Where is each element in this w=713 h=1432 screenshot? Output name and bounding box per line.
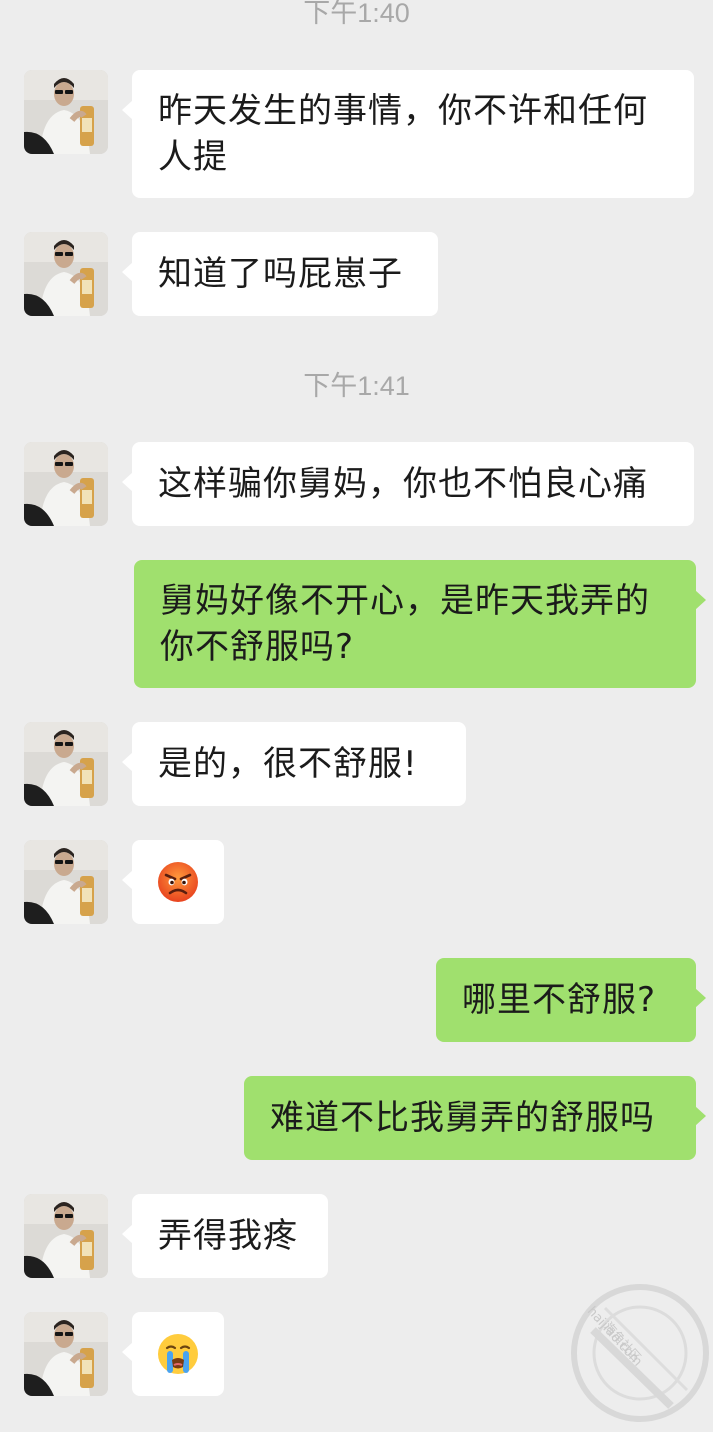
contact-avatar[interactable]: [24, 70, 108, 154]
timestamp: 下午1:41: [303, 371, 410, 401]
message-text: 弄得我疼: [158, 1216, 298, 1256]
message-text: 难道不比我舅弄的舒服吗: [270, 1098, 655, 1138]
contact-avatar[interactable]: [24, 442, 108, 526]
avatar-photo-icon: [24, 442, 108, 526]
contact-avatar[interactable]: [24, 232, 108, 316]
avatar-photo-icon: [24, 232, 108, 316]
contact-avatar[interactable]: [24, 1194, 108, 1278]
message-text: 这样骗你舅妈，你也不怕良心痛: [158, 464, 648, 504]
avatar-photo-icon: [24, 1312, 108, 1396]
message-text: 哪里不舒服?: [462, 980, 657, 1020]
outgoing-message-bubble[interactable]: 舅妈好像不开心，是昨天我弄的你不舒服吗?: [134, 560, 706, 688]
contact-avatar[interactable]: [24, 840, 108, 924]
incoming-emoji-bubble[interactable]: [122, 1312, 224, 1396]
message-text: 昨天发生的事情，你不许和任何人提: [158, 91, 648, 177]
incoming-message-bubble[interactable]: 是的，很不舒服!: [122, 722, 466, 806]
avatar-photo-icon: [24, 70, 108, 154]
angry-face-emoji-icon: [158, 862, 198, 902]
message-text: 知道了吗屁崽子: [158, 254, 403, 294]
avatar-photo-icon: [24, 840, 108, 924]
incoming-message-bubble[interactable]: 这样骗你舅妈，你也不怕良心痛: [122, 442, 694, 526]
incoming-message-bubble[interactable]: 弄得我疼: [122, 1194, 328, 1278]
incoming-message-bubble[interactable]: 知道了吗屁崽子: [122, 232, 438, 316]
avatar-photo-icon: [24, 1194, 108, 1278]
incoming-emoji-bubble[interactable]: [122, 840, 224, 924]
watermark-logo: 海角社区 haijiao.com: [565, 1278, 713, 1428]
timestamp: 下午1:40: [303, 0, 410, 28]
incoming-message-bubble[interactable]: 昨天发生的事情，你不许和任何人提: [122, 70, 694, 198]
message-text: 是的，很不舒服!: [158, 744, 418, 784]
contact-avatar[interactable]: [24, 722, 108, 806]
loudly-crying-face-emoji-icon: [158, 1334, 198, 1374]
outgoing-message-bubble[interactable]: 难道不比我舅弄的舒服吗: [244, 1076, 706, 1160]
outgoing-message-bubble[interactable]: 哪里不舒服?: [436, 958, 706, 1042]
contact-avatar[interactable]: [24, 1312, 108, 1396]
avatar-photo-icon: [24, 722, 108, 806]
message-text: 舅妈好像不开心，是昨天我弄的你不舒服吗?: [160, 581, 650, 667]
